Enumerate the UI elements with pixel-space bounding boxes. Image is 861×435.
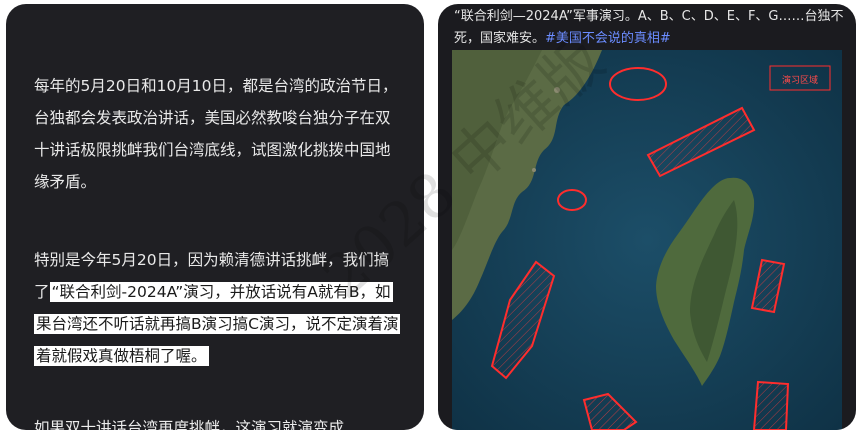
post-caption: “联合利剑—2024A”军事演习。A、B、C、D、E、F、G……台独不死，国家难…: [454, 6, 850, 50]
caption-hashtag[interactable]: #美国不会说的真相#: [545, 31, 671, 46]
post-paragraph-3-partial: 如果双十讲话台湾再度挑衅，这演习就演变成……: [34, 419, 376, 430]
left-post-panel: 每年的5月20日和10月10日，都是台湾的政治节日，台独都会发表政治讲话，美国必…: [6, 4, 424, 430]
post-paragraph-2: 特别是今年5月20日，因为赖清德讲话挑衅，我们搞了 “联合利剑-2024A”演习，…: [34, 244, 402, 372]
exercise-zone-southeast: [752, 380, 790, 430]
paragraph-2-highlight: “联合利剑-2024A”演习，并放话说有A就有B，如果台湾还不听话就再搞B演习搞…: [34, 282, 401, 366]
post-paragraph-1: 每年的5月20日和10月10日，都是台湾的政治节日，台独都会发表政治讲话，美国必…: [34, 77, 398, 191]
satellite-map-image: 演习区域: [452, 50, 842, 430]
right-post-panel: “联合利剑—2024A”军事演习。A、B、C、D、E、F、G……台独不死，国家难…: [438, 4, 856, 430]
legend-label: 演习区域: [782, 74, 818, 86]
